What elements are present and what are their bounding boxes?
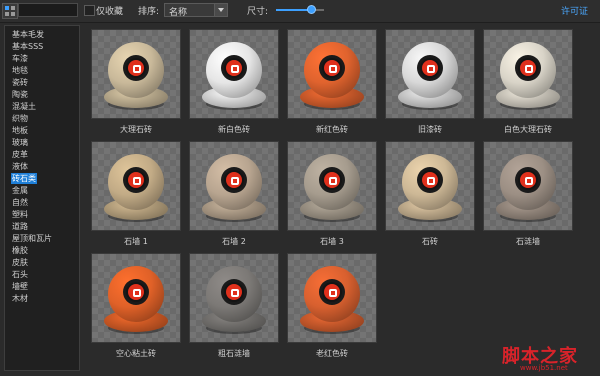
material-thumbnail[interactable] (190, 142, 278, 230)
search-input[interactable] (18, 3, 78, 17)
logo-icon (422, 60, 438, 76)
sort-label: 排序: (138, 7, 160, 17)
sidebar-item[interactable]: 砖石类 (11, 173, 37, 184)
sidebar-item[interactable]: 皮肤 (11, 257, 29, 268)
material-label: 粗石涟墙 (218, 349, 250, 358)
material-thumbnail[interactable] (484, 30, 572, 118)
logo-icon (324, 172, 340, 188)
material-thumbnail[interactable] (190, 30, 278, 118)
sidebar-item[interactable]: 木材 (11, 293, 29, 304)
sidebar-item[interactable]: 基本毛发 (11, 29, 45, 40)
material-label: 石墙 3 (320, 237, 344, 246)
material-label: 新红色砖 (316, 125, 348, 134)
material-label: 大理石砖 (120, 125, 152, 134)
logo-icon (520, 60, 536, 76)
size-label: 尺寸: (247, 7, 269, 17)
sidebar-item[interactable]: 陶瓷 (11, 89, 29, 100)
material-label: 石墙 2 (222, 237, 246, 246)
logo-icon (226, 60, 242, 76)
logo-icon (128, 284, 144, 300)
sidebar-item[interactable]: 橡胶 (11, 245, 29, 256)
sidebar-item[interactable]: 玻璃 (11, 137, 29, 148)
sidebar-item[interactable]: 基本SSS (11, 41, 44, 52)
material-thumbnail[interactable] (92, 254, 180, 342)
logo-icon (324, 284, 340, 300)
license-link[interactable]: 许可证 (561, 4, 588, 17)
material-thumbnail[interactable] (484, 142, 572, 230)
sidebar-item[interactable]: 石头 (11, 269, 29, 280)
material-thumbnail[interactable] (288, 142, 376, 230)
library-icon[interactable] (2, 3, 18, 19)
favorites-label: 仅收藏 (96, 7, 124, 17)
sidebar-item[interactable]: 金属 (11, 185, 29, 196)
sidebar-item[interactable]: 屋顶和瓦片 (11, 233, 53, 244)
sidebar-item[interactable]: 自然 (11, 197, 29, 208)
sidebar-item[interactable]: 地板 (11, 125, 29, 136)
material-label: 空心粘土砖 (116, 349, 156, 358)
material-thumbnail[interactable] (288, 254, 376, 342)
sidebar-item[interactable]: 地毯 (11, 65, 29, 76)
logo-icon (324, 60, 340, 76)
chevron-down-icon (214, 4, 227, 16)
material-grid: 大理石砖 新白色砖 新红色砖 旧漆砖 白色大理石砖石墙 1 石墙 2 石墙 3 石砖 石涟墙空心… (86, 22, 600, 376)
material-label: 旧漆砖 (418, 125, 442, 134)
logo-icon (520, 172, 536, 188)
material-thumbnail[interactable] (288, 30, 376, 118)
logo-icon (226, 172, 242, 188)
logo-icon (422, 172, 438, 188)
sidebar-item[interactable]: 皮革 (11, 149, 29, 160)
category-list: 基本毛发 基本SSS 车漆 地毯 瓷砖 陶瓷 混凝土 织物 地板 玻璃 皮革 液体 砖石类 金属 自然 塑料道… (4, 25, 80, 371)
logo-icon (128, 60, 144, 76)
favorites-checkbox[interactable] (84, 5, 95, 16)
logo-icon (226, 284, 242, 300)
sort-select[interactable]: 名称 (164, 3, 228, 18)
sort-select-value: 名称 (169, 8, 188, 18)
sidebar-item[interactable]: 瓷砖 (11, 77, 29, 88)
sidebar-item[interactable]: 液体 (11, 161, 29, 172)
material-label: 新白色砖 (218, 125, 250, 134)
material-thumbnail[interactable] (92, 30, 180, 118)
watermark-url: www.jb51.net (520, 364, 568, 372)
sidebar-item[interactable]: 墙壁 (11, 281, 29, 292)
sidebar-item[interactable]: 道路 (11, 221, 29, 232)
sidebar-item[interactable]: 混凝土 (11, 101, 37, 112)
size-slider-handle[interactable] (307, 5, 316, 14)
logo-icon (128, 172, 144, 188)
material-label: 石墙 1 (124, 237, 148, 246)
material-label: 石涟墙 (516, 237, 540, 246)
material-label: 石砖 (422, 237, 438, 246)
material-label: 白色大理石砖 (504, 125, 552, 134)
sidebar-item[interactable]: 织物 (11, 113, 29, 124)
toolbar: 仅收藏 排序: 名称 尺寸: 许可证 (0, 0, 600, 23)
sidebar-item[interactable]: 塑料 (11, 209, 29, 220)
size-slider[interactable] (276, 5, 324, 14)
material-thumbnail[interactable] (190, 254, 278, 342)
material-thumbnail[interactable] (386, 30, 474, 118)
material-label: 老红色砖 (316, 349, 348, 358)
material-thumbnail[interactable] (92, 142, 180, 230)
material-thumbnail[interactable] (386, 142, 474, 230)
sidebar-item[interactable]: 车漆 (11, 53, 29, 64)
